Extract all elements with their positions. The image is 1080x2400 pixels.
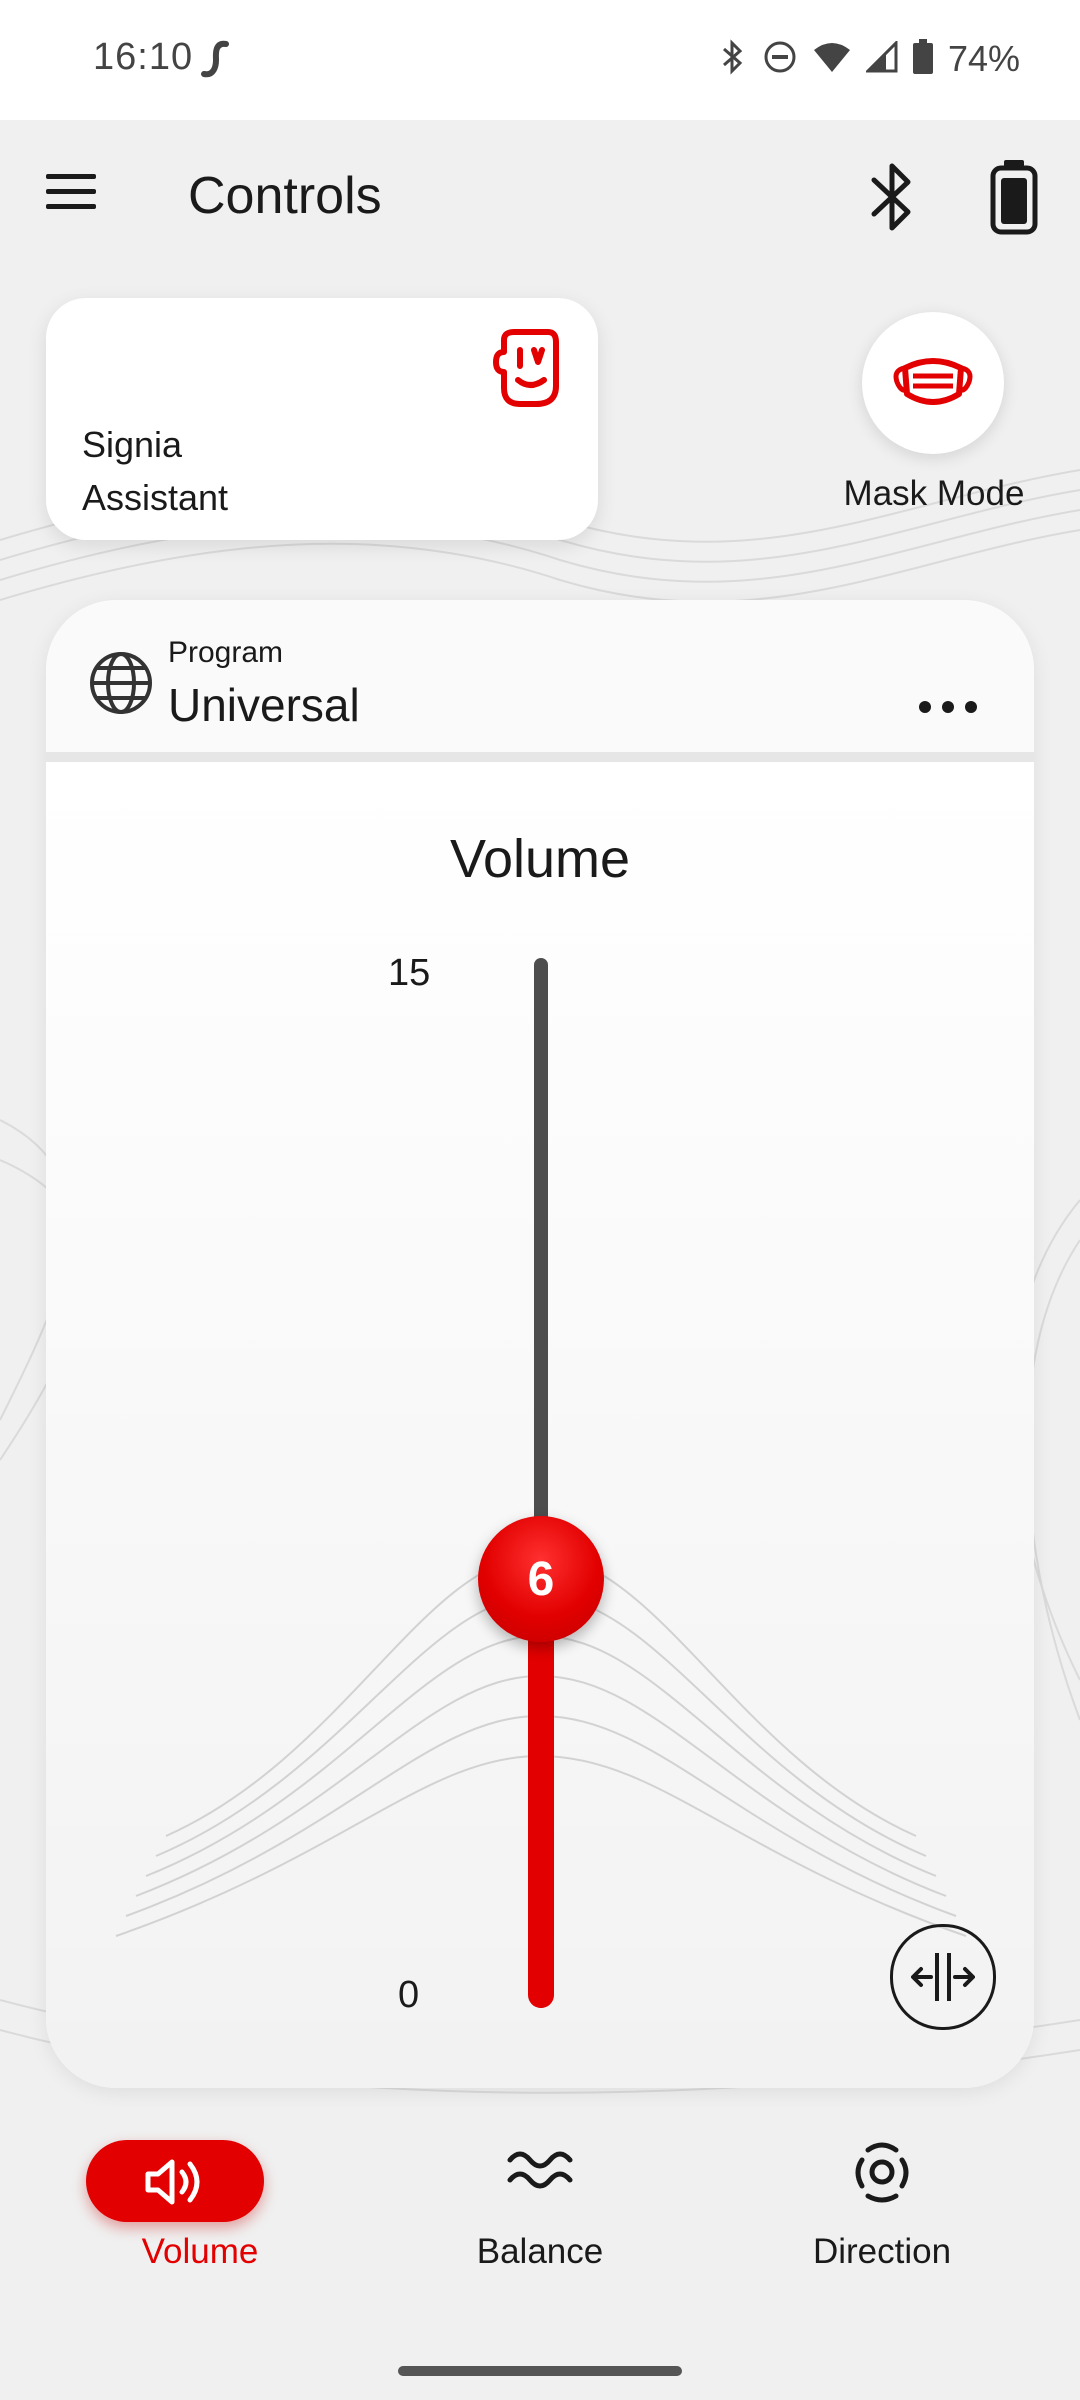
more-horizontal-icon[interactable] — [918, 700, 978, 719]
hearing-aid-battery-icon[interactable] — [988, 156, 1040, 243]
do-not-disturb-icon — [762, 39, 798, 80]
speaker-icon — [145, 2159, 200, 2205]
page-title: Controls — [188, 167, 382, 225]
program-card: Program Universal Volume 15 0 6 — [46, 600, 1034, 2088]
mask-mode-label: Mask Mode — [843, 474, 1025, 513]
nav-label-balance: Balance — [476, 2232, 604, 2271]
face-mask-icon — [893, 358, 973, 405]
wifi-icon — [812, 40, 852, 79]
nav-item-balance[interactable]: Balance — [360, 2120, 720, 2300]
volume-panel: Volume 15 0 6 — [46, 776, 1034, 2088]
status-bar: 16:10 74% — [0, 0, 1080, 120]
program-name: Universal — [168, 679, 360, 731]
nav-item-direction[interactable]: Direction — [702, 2120, 1062, 2300]
volume-title: Volume — [449, 829, 631, 889]
volume-scale-max: 15 — [388, 952, 431, 994]
menu-icon[interactable] — [44, 170, 104, 224]
split-left-right-icon — [911, 1953, 975, 2001]
split-volume-button[interactable] — [890, 1924, 996, 2030]
bottom-navigation: Volume Balance Direction — [0, 2120, 1080, 2320]
battery-icon — [912, 38, 934, 80]
mask-mode-button[interactable] — [862, 312, 1004, 454]
nav-label-volume: Volume — [141, 2232, 259, 2271]
assistant-label: Signia Assistant — [82, 424, 229, 518]
cell-signal-icon — [864, 38, 898, 78]
bluetooth-icon — [718, 38, 748, 80]
signia-assistant-card[interactable]: Signia Assistant — [46, 298, 598, 540]
volume-slider-fill — [528, 1606, 554, 2008]
signia-logo-icon — [200, 38, 234, 85]
program-header[interactable]: Program Universal — [46, 600, 1034, 762]
globe-icon — [88, 650, 154, 721]
status-icons: 74% — [718, 38, 1020, 80]
assistant-face-icon — [490, 326, 562, 415]
volume-tab-pill — [86, 2140, 264, 2222]
volume-slider-thumb[interactable]: 6 — [478, 1516, 604, 1642]
program-kicker: Program — [168, 636, 284, 669]
status-time: 16:10 — [93, 36, 194, 78]
direction-icon — [855, 2142, 909, 2203]
nav-item-volume[interactable]: Volume — [20, 2120, 380, 2300]
balance-waves-icon — [507, 2151, 573, 2189]
bluetooth-icon[interactable] — [862, 156, 922, 243]
battery-percent: 74% — [947, 38, 1020, 79]
volume-scale-min: 0 — [398, 1974, 420, 2016]
home-indicator[interactable] — [398, 2366, 682, 2376]
nav-label-direction: Direction — [812, 2232, 952, 2271]
